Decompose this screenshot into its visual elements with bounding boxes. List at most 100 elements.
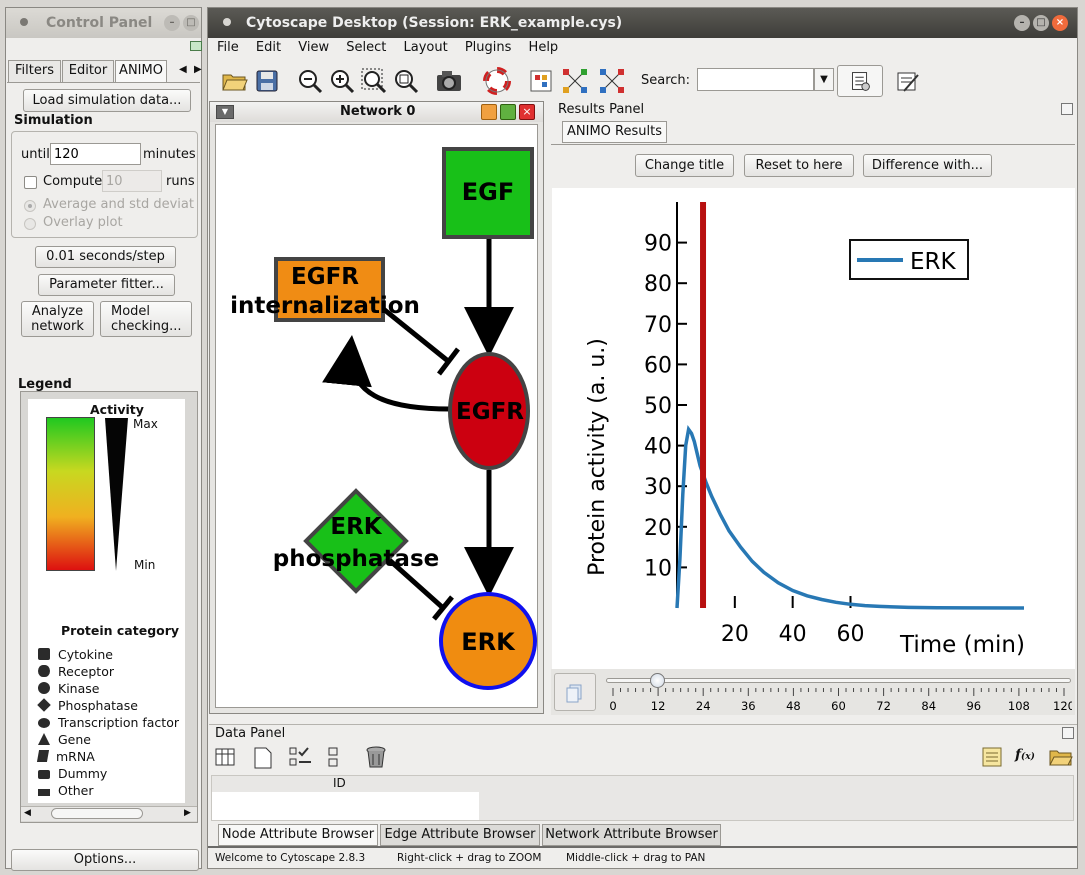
network-minimize-icon[interactable]	[481, 104, 497, 120]
time-slider[interactable]: 0 12 24 36 48 60 72 84 96 108 120	[606, 669, 1072, 715]
scrollbar-thumb[interactable]	[51, 808, 143, 819]
maximize-icon[interactable]: □	[1033, 15, 1049, 31]
chart-y-axis-label: Protein activity (a. u.)	[585, 338, 610, 576]
legend-heading: Legend	[18, 377, 72, 392]
attribute-list-icon[interactable]	[981, 746, 1003, 768]
zoom-in-icon[interactable]	[327, 66, 357, 96]
network-view-icon[interactable]	[526, 66, 556, 96]
window-menu-icon[interactable]	[223, 18, 231, 26]
protein-category-label: Protein category	[61, 623, 180, 638]
new-attribute-icon[interactable]	[253, 747, 273, 769]
detach-icon[interactable]	[190, 41, 202, 51]
delete-trash-icon[interactable]	[365, 745, 387, 769]
tab-animo[interactable]: ANIMO	[115, 60, 167, 82]
load-simulation-button[interactable]: Load simulation data...	[23, 89, 191, 112]
minimize-icon[interactable]: –	[1014, 15, 1030, 31]
results-chart[interactable]: Protein activity (a. u.) Time (min) ERK …	[552, 188, 1075, 669]
close-icon[interactable]: ×	[1052, 15, 1068, 31]
attribute-table[interactable]: ID	[211, 775, 1074, 821]
edit-notes-icon[interactable]	[892, 66, 922, 96]
zoom-selected-icon[interactable]	[359, 66, 389, 96]
window-menu-icon[interactable]	[20, 18, 28, 26]
layout-one-icon[interactable]	[560, 66, 590, 96]
chart-y-tick-label: 80	[644, 272, 672, 297]
node-erk-phosphatase[interactable]	[303, 488, 409, 594]
function-icon[interactable]: f(x)	[1015, 747, 1035, 763]
tab-editor[interactable]: Editor	[62, 60, 114, 82]
node-egfr-label: EGFR	[456, 399, 524, 425]
analyze-network-button[interactable]: Analyze network	[21, 301, 94, 337]
maximize-icon[interactable]: □	[183, 15, 199, 31]
search-input[interactable]	[697, 68, 814, 91]
chart-y-tick-label: 30	[644, 475, 672, 500]
select-checklist-icon[interactable]	[289, 746, 313, 768]
chart-area: Protein activity (a. u.) Time (min) ERK …	[552, 188, 1075, 669]
search-options-icon[interactable]	[837, 65, 883, 97]
slider-thumb[interactable]	[650, 673, 666, 688]
compute-runs-input[interactable]	[102, 170, 162, 192]
menu-file[interactable]: File	[217, 40, 239, 55]
menu-edit[interactable]: Edit	[256, 40, 281, 55]
dummy-shape-icon	[38, 770, 50, 779]
tab-scroll-right-icon[interactable]: ▶	[194, 64, 202, 75]
results-detach-icon[interactable]	[1061, 103, 1073, 115]
save-icon[interactable]	[252, 66, 282, 96]
menu-layout[interactable]: Layout	[403, 40, 447, 55]
menu-plugins[interactable]: Plugins	[465, 40, 512, 55]
overlay-radio[interactable]	[24, 218, 36, 230]
receptor-shape-icon	[38, 665, 50, 677]
id-column-header[interactable]: ID	[333, 776, 346, 790]
menu-view[interactable]: View	[298, 40, 329, 55]
main-window: Cytoscape Desktop (Session: ERK_example.…	[207, 7, 1078, 869]
search-dropdown-button[interactable]: ▼	[814, 68, 834, 91]
control-panel-titlebar[interactable]: Control Panel – □	[6, 8, 201, 38]
zoom-fit-icon[interactable]	[391, 66, 421, 96]
legend-row: Dummy	[38, 766, 107, 781]
legend-horizontal-scrollbar[interactable]: ◀ ▶	[21, 806, 197, 821]
network-canvas[interactable]: EGF EGFR internalization EGFR ERK phosph…	[215, 124, 538, 708]
scroll-right-icon[interactable]: ▶	[184, 808, 191, 818]
slider-tick-label: 108	[1008, 699, 1030, 713]
scroll-left-icon[interactable]: ◀	[24, 808, 31, 818]
options-button[interactable]: Options...	[11, 849, 199, 871]
layout-two-icon[interactable]	[597, 66, 627, 96]
zoom-out-icon[interactable]	[295, 66, 325, 96]
table-body[interactable]	[212, 792, 479, 820]
network-menu-icon[interactable]: ▼	[216, 105, 234, 119]
tab-animo-results[interactable]: ANIMO Results	[562, 121, 667, 143]
table-columns-icon[interactable]	[215, 747, 235, 767]
data-panel-detach-icon[interactable]	[1062, 727, 1074, 739]
parameter-fitter-button[interactable]: Parameter fitter...	[38, 274, 175, 296]
main-titlebar[interactable]: Cytoscape Desktop (Session: ERK_example.…	[208, 8, 1077, 38]
tab-edge-attribute-browser[interactable]: Edge Attribute Browser	[380, 824, 540, 846]
edge-egfr-to-internalization[interactable]	[322, 335, 451, 412]
seconds-step-button[interactable]: 0.01 seconds/step	[35, 246, 176, 268]
open-folder-icon[interactable]	[1049, 747, 1073, 767]
tab-network-attribute-browser[interactable]: Network Attribute Browser	[542, 824, 721, 846]
network-close-icon[interactable]: ×	[519, 104, 535, 120]
until-input[interactable]	[50, 143, 141, 165]
camera-icon[interactable]	[434, 66, 464, 96]
average-radio[interactable]	[24, 200, 36, 212]
change-title-button[interactable]: Change title	[635, 154, 734, 177]
network-graph[interactable]: EGF EGFR internalization EGFR ERK phosph…	[216, 125, 539, 709]
tab-scroll-left-icon[interactable]: ◀	[179, 64, 187, 75]
menu-help[interactable]: Help	[529, 40, 559, 55]
network-maximize-icon[interactable]	[500, 104, 516, 120]
menu-select[interactable]: Select	[346, 40, 386, 55]
tab-node-attribute-browser[interactable]: Node Attribute Browser	[218, 824, 378, 846]
model-checking-button[interactable]: Model checking...	[100, 301, 192, 337]
help-lifebuoy-icon[interactable]	[482, 66, 512, 96]
open-folder-icon[interactable]	[220, 66, 250, 96]
minimize-icon[interactable]: –	[164, 15, 180, 31]
compute-checkbox[interactable]	[24, 176, 37, 189]
inhibit-bar-icon	[437, 347, 460, 376]
tab-filters[interactable]: Filters	[8, 60, 61, 82]
legend-canvas: Activity Max Min Protein category Cytoki…	[28, 399, 185, 803]
reset-here-button[interactable]: Reset to here	[744, 154, 854, 177]
network-titlebar[interactable]: ▼ Network 0 ×	[210, 102, 543, 122]
deselect-icon[interactable]	[326, 746, 342, 768]
copy-chart-button[interactable]	[554, 673, 596, 711]
slider-tick-label: 48	[786, 699, 801, 713]
difference-button[interactable]: Difference with...	[863, 154, 992, 177]
